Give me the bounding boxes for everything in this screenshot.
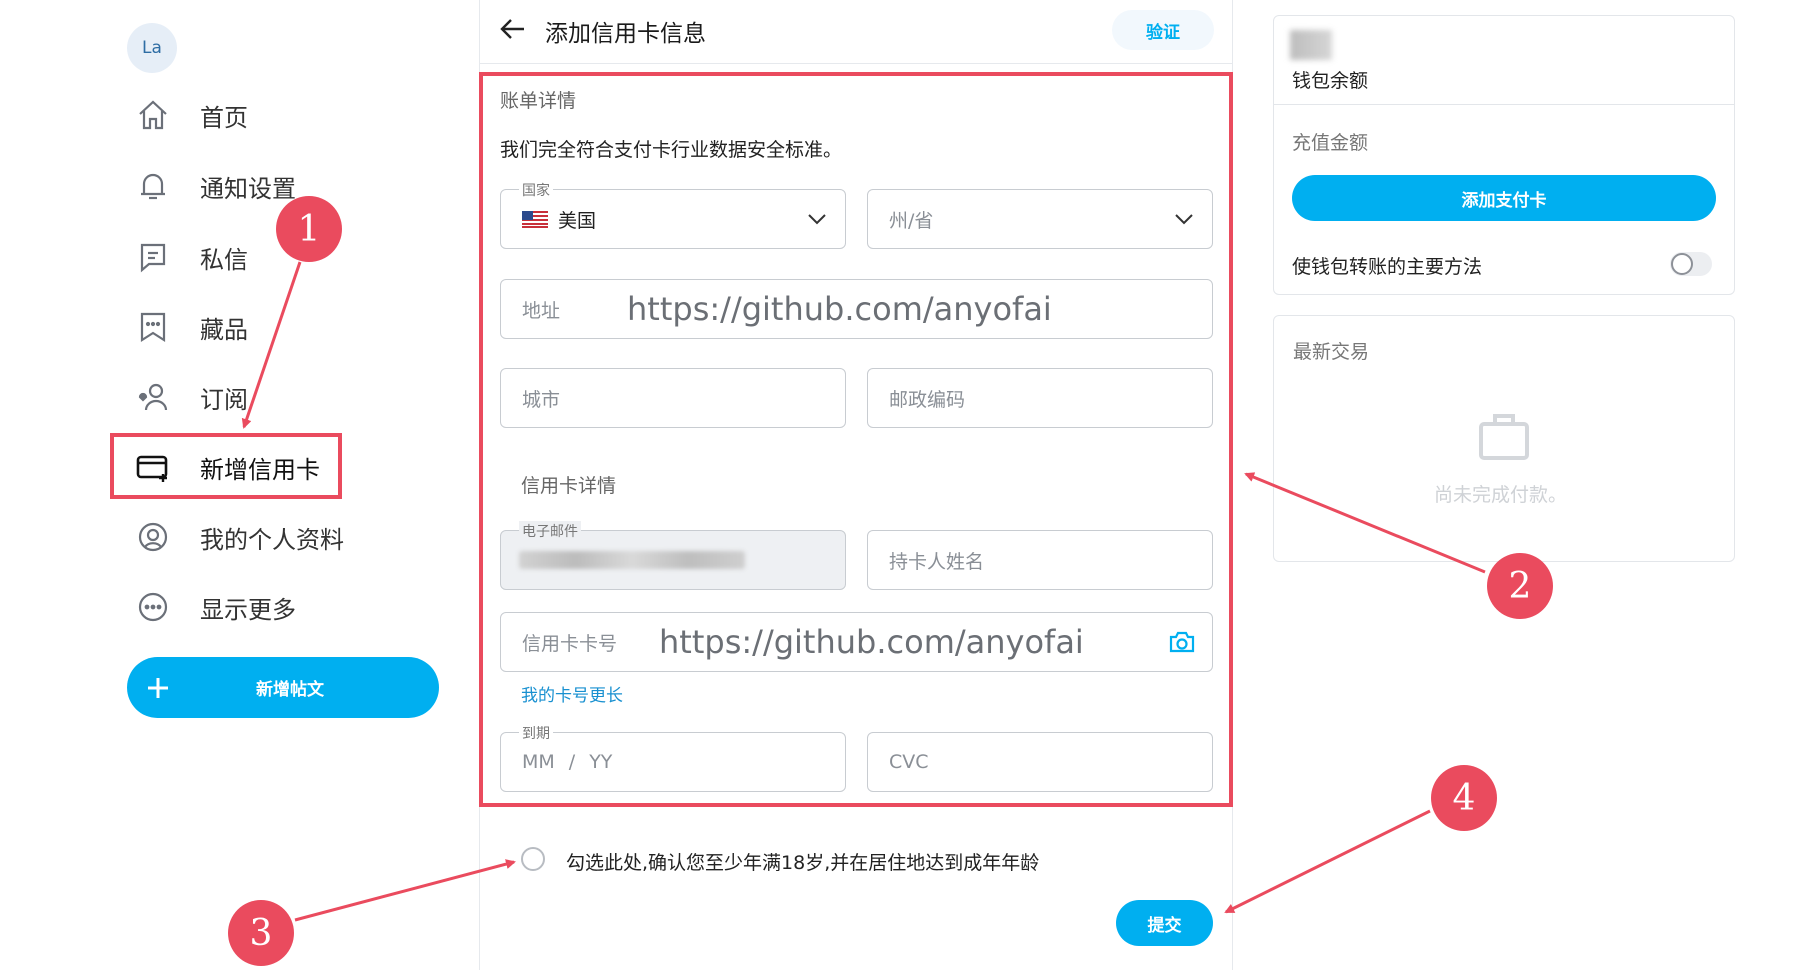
annotation-badge: 4 (1431, 765, 1497, 831)
annotation-arrows (241, 261, 1486, 922)
annotation-arrow (241, 261, 302, 429)
annotation-badge: 2 (1487, 553, 1553, 619)
annotation-badge: 3 (228, 900, 294, 966)
annotation-arrow (1244, 472, 1486, 574)
annotation-badge: 1 (276, 196, 342, 262)
annotation-arrow (294, 859, 516, 922)
annotation-arrow (1224, 809, 1431, 914)
